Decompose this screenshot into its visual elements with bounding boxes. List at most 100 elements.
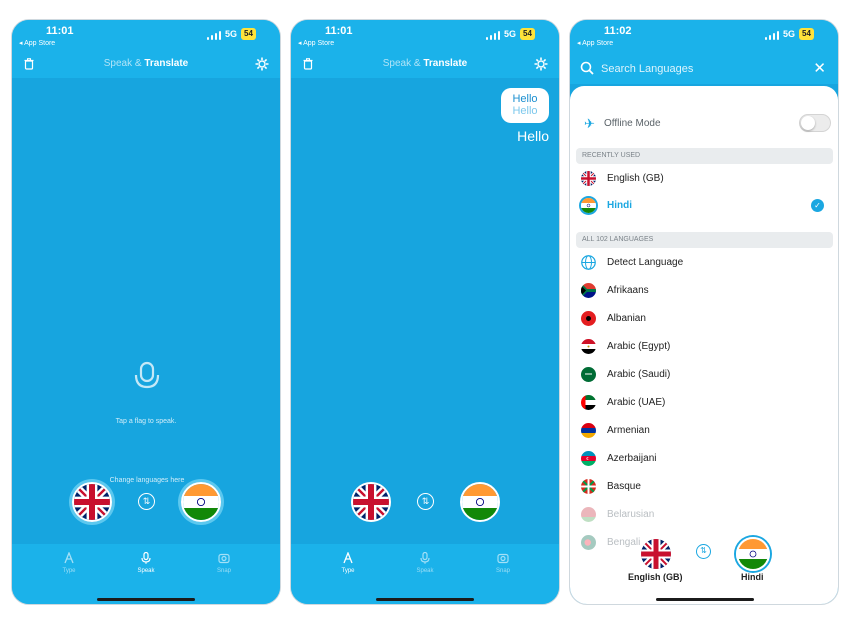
tab-speak[interactable]: Speak bbox=[116, 551, 176, 574]
home-indicator bbox=[97, 598, 195, 601]
albania-flag bbox=[581, 311, 596, 326]
mic-icon bbox=[141, 551, 151, 564]
signal-icon bbox=[765, 31, 779, 40]
swap-languages-icon[interactable]: ⇅ bbox=[138, 493, 155, 510]
bubble-translation-text: Hello bbox=[512, 105, 538, 117]
airplane-icon: ✈ bbox=[584, 116, 595, 131]
translated-output: Hello bbox=[517, 128, 549, 144]
tab-type[interactable]: Type bbox=[39, 551, 99, 574]
search-icon bbox=[580, 61, 594, 80]
belarus-flag bbox=[581, 507, 596, 522]
language-row-hindi[interactable]: Hindi ✓ bbox=[581, 196, 831, 216]
battery-indicator: 54 bbox=[520, 28, 535, 40]
language-list-sheet: ✈ Offline Mode RECENTLY USED English (GB… bbox=[570, 86, 838, 604]
close-icon[interactable]: ✕ bbox=[813, 59, 826, 77]
camera-icon bbox=[218, 553, 230, 564]
status-bar: 11:02 ◂ App Store 5G 54 bbox=[570, 20, 838, 54]
gear-icon[interactable] bbox=[255, 57, 269, 76]
app-title: Speak & Translate bbox=[103, 58, 189, 69]
status-bar: 11:01 ◂ App Store 5G 54 bbox=[291, 20, 559, 54]
tab-bar: Type Speak Snap bbox=[12, 544, 280, 604]
conversation-area: Hello Hello Hello bbox=[291, 78, 559, 544]
target-language-label: Hindi bbox=[741, 572, 764, 582]
bubble-source-text: Hello bbox=[512, 93, 538, 105]
uk-flag[interactable] bbox=[351, 482, 391, 522]
azerbaijan-flag bbox=[581, 451, 596, 466]
globe-icon bbox=[581, 255, 596, 270]
bangladesh-flag bbox=[581, 535, 596, 550]
swap-languages-icon[interactable]: ⇅ bbox=[696, 544, 711, 559]
phone-screen-translation: 11:01 ◂ App Store 5G 54 Speak & Translat… bbox=[290, 19, 560, 605]
uk-flag[interactable] bbox=[72, 482, 112, 522]
india-flag[interactable] bbox=[181, 482, 221, 522]
app-header: Speak & Translate bbox=[12, 54, 280, 78]
network-type: 5G bbox=[225, 29, 238, 39]
battery-indicator: 54 bbox=[241, 28, 256, 40]
language-row-azerbaijani[interactable]: Azerbaijani bbox=[581, 449, 831, 469]
mic-icon bbox=[420, 551, 430, 564]
uae-flag bbox=[581, 395, 596, 410]
egypt-flag bbox=[581, 339, 596, 354]
swap-languages-icon[interactable]: ⇅ bbox=[417, 493, 434, 510]
type-icon bbox=[343, 551, 353, 564]
language-row-afrikaans[interactable]: Afrikaans bbox=[581, 281, 831, 301]
back-to-app-store[interactable]: ◂ App Store bbox=[298, 39, 334, 47]
speak-area: Tap a flag to speak. Change languages he… bbox=[12, 78, 280, 544]
status-time: 11:01 bbox=[325, 25, 353, 37]
saudi-flag bbox=[581, 367, 596, 382]
uk-flag bbox=[581, 171, 596, 186]
signal-icon bbox=[207, 31, 221, 40]
language-row-english-gb[interactable]: English (GB) bbox=[581, 169, 831, 189]
selected-check-icon: ✓ bbox=[811, 199, 824, 212]
back-to-app-store[interactable]: ◂ App Store bbox=[577, 39, 613, 47]
language-row-arabic-saudi[interactable]: Arabic (Saudi) bbox=[581, 365, 831, 385]
status-bar: 11:01 ◂ App Store 5G 54 bbox=[12, 20, 280, 54]
language-row-basque[interactable]: Basque bbox=[581, 477, 831, 497]
home-indicator bbox=[656, 598, 754, 601]
network-type: 5G bbox=[783, 29, 796, 39]
gear-icon[interactable] bbox=[534, 57, 548, 76]
camera-icon bbox=[497, 553, 509, 564]
network-type: 5G bbox=[504, 29, 517, 39]
south-africa-flag bbox=[581, 283, 596, 298]
search-bar: Search Languages ✕ bbox=[570, 54, 838, 84]
speak-hint: Tap a flag to speak. bbox=[115, 418, 177, 425]
change-languages-hint: Change languages here bbox=[109, 477, 185, 484]
offline-mode-toggle[interactable] bbox=[799, 114, 831, 132]
language-row-arabic-uae[interactable]: Arabic (UAE) bbox=[581, 393, 831, 413]
tab-snap[interactable]: Snap bbox=[473, 552, 533, 574]
tab-speak[interactable]: Speak bbox=[395, 551, 455, 574]
phone-screen-speak: 11:01 ◂ App Store 5G 54 Speak & Translat… bbox=[11, 19, 281, 605]
app-header: Speak & Translate bbox=[291, 54, 559, 78]
microphone-icon bbox=[132, 361, 162, 398]
language-row-arabic-egypt[interactable]: Arabic (Egypt) bbox=[581, 337, 831, 357]
tab-bar: Type Speak Snap bbox=[291, 544, 559, 604]
type-icon bbox=[64, 551, 74, 564]
india-flag[interactable] bbox=[736, 537, 770, 571]
status-time: 11:01 bbox=[46, 25, 74, 37]
app-title: Speak & Translate bbox=[382, 58, 468, 69]
source-language-label: English (GB) bbox=[628, 572, 683, 582]
back-to-app-store[interactable]: ◂ App Store bbox=[19, 39, 55, 47]
all-languages-header: ALL 102 LANGUAGES bbox=[576, 232, 833, 248]
home-indicator bbox=[376, 598, 474, 601]
india-flag bbox=[581, 198, 596, 213]
basque-flag bbox=[581, 479, 596, 494]
language-row-armenian[interactable]: Armenian bbox=[581, 421, 831, 441]
language-row-albanian[interactable]: Albanian bbox=[581, 309, 831, 329]
battery-indicator: 54 bbox=[799, 28, 814, 40]
tab-snap[interactable]: Snap bbox=[194, 552, 254, 574]
phone-screen-language-picker: 11:02 ◂ App Store 5G 54 Search Languages… bbox=[569, 19, 839, 605]
speech-bubble[interactable]: Hello Hello bbox=[501, 88, 549, 123]
language-row-detect[interactable]: Detect Language bbox=[581, 253, 831, 273]
offline-mode-label: Offline Mode bbox=[604, 118, 661, 129]
search-input[interactable]: Search Languages bbox=[601, 63, 693, 75]
uk-flag[interactable] bbox=[639, 537, 673, 571]
status-time: 11:02 bbox=[604, 25, 632, 37]
language-row-belarusian[interactable]: Belarusian bbox=[581, 505, 831, 525]
recently-used-header: RECENTLY USED bbox=[576, 148, 833, 164]
armenia-flag bbox=[581, 423, 596, 438]
signal-icon bbox=[486, 31, 500, 40]
india-flag[interactable] bbox=[460, 482, 500, 522]
tab-type[interactable]: Type bbox=[318, 551, 378, 574]
